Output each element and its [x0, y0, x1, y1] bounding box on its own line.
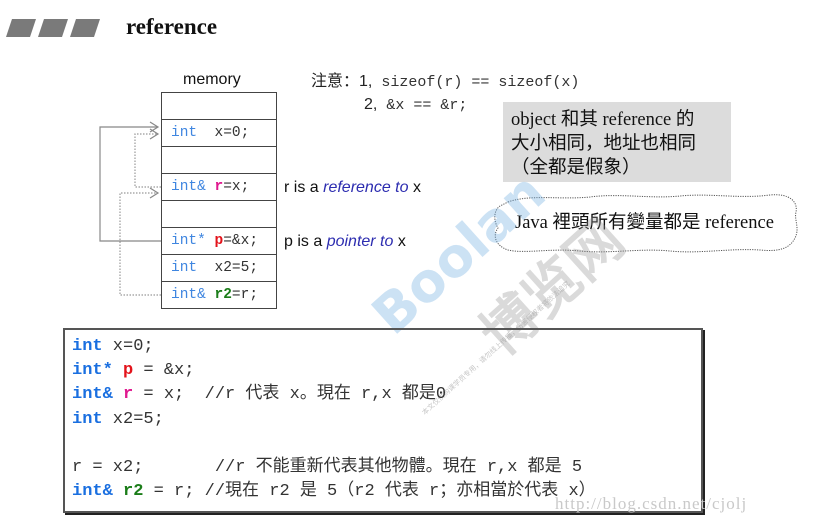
code-keyword: int: [72, 337, 103, 356]
reference2-arrow-line: [119, 192, 161, 296]
attention-item-2-number: 2,: [364, 96, 378, 113]
callout-line-2: 大小相同，地址也相同: [511, 134, 697, 154]
pointer-note-suffix: x: [393, 233, 406, 250]
code-text: = &x;: [133, 361, 195, 381]
callout-line-1: object 和其 reference 的: [511, 110, 695, 130]
code-line: int& r2 = r; //現在 r2 是 5（r2 代表 r；亦相當於代表 …: [72, 480, 596, 504]
memory-cell: int x2=5;: [162, 255, 276, 282]
pointer-arrowhead: [149, 121, 160, 133]
java-reference-note: Java 裡頭所有變量都是 reference: [515, 213, 774, 233]
memory-cell-variable: r2: [214, 287, 232, 303]
section-title: reference: [126, 14, 218, 39]
memory-cell-value: =r;: [231, 287, 259, 303]
memory-cell-type: int: [171, 260, 215, 276]
code-keyword: int&: [72, 385, 113, 405]
memory-cell: int& r=x;: [162, 174, 276, 201]
reference-note-italic: reference to: [323, 179, 409, 196]
memory-label: memory: [183, 71, 241, 88]
memory-cell-type: int&: [171, 179, 215, 195]
callout-line-3: （全都是假象）: [511, 158, 641, 178]
memory-cell-variable: p: [214, 233, 224, 249]
memory-cell-value: x2=5;: [214, 260, 259, 276]
attention-label: 注意：: [311, 73, 360, 90]
memory-cell-type: int&: [171, 287, 215, 303]
memory-cell: int* p=&x;: [162, 228, 276, 255]
code-line: int x=0;: [72, 335, 596, 359]
code-variable: r2: [112, 482, 144, 502]
code-text: = x; //r 代表 x。現在 r,x 都是0: [133, 385, 447, 405]
pointer-arrow-line: [99, 126, 161, 242]
memory-cell: int& r2=r;: [162, 282, 276, 309]
memory-cell-value: =x;: [223, 179, 250, 195]
attention-item-1-code: sizeof(r) == sizeof(x): [372, 74, 580, 91]
code-variable: r: [112, 385, 134, 405]
code-listing: int x=0; int* p = &x; int& r = x; //r 代表 x…: [72, 335, 596, 504]
memory-diagram: int x=0; int& r=x; int* p=&x; int x2=5; int&…: [161, 92, 277, 309]
memory-cell-value: =&x;: [223, 233, 259, 249]
code-line: int x2=5;: [72, 408, 596, 432]
reference-arrow-line: [134, 133, 161, 188]
blog-url-watermark: http://blog.csdn.net/cjolj: [555, 494, 748, 513]
code-text: x2=5;: [102, 409, 164, 429]
code-keyword: int*: [72, 361, 113, 381]
code-line: int& r = x; //r 代表 x。現在 r,x 都是0: [72, 383, 596, 407]
parallelogram-bars-icon: [6, 19, 100, 37]
reference-note-prefix: r is a: [284, 179, 324, 196]
reference-note-suffix: x: [408, 179, 421, 196]
code-line: r = x2; //r 不能重新代表其他物體。現在 r,x 都是 5: [72, 456, 596, 480]
code-text: x=0;: [102, 337, 154, 356]
code-keyword: int: [72, 409, 103, 429]
pointer-note-prefix: p is a: [284, 233, 327, 250]
pointer-note: p is a pointer to x: [284, 233, 406, 251]
code-text: = r; //現在 r2 是 5（r2 代表 r；亦相當於代表 x）: [143, 482, 596, 502]
memory-cell: [162, 147, 276, 174]
attention-item-1-number: 1,: [359, 73, 373, 90]
code-variable: p: [112, 361, 134, 381]
code-line: int* p = &x;: [72, 359, 596, 383]
attention-item-2-code: &x == &r;: [377, 97, 468, 114]
memory-cell: int x=0;: [162, 120, 276, 147]
code-keyword: int&: [72, 482, 113, 502]
memory-cell-value: x=0;: [214, 125, 250, 141]
pointer-note-italic: pointer to: [326, 233, 394, 250]
reference2-arrowhead: [149, 187, 160, 199]
memory-cell: [162, 93, 276, 120]
memory-cell-variable: r: [214, 179, 224, 195]
memory-cell-type: int: [171, 125, 215, 141]
reference-arrowhead: [149, 128, 160, 140]
size-address-callout: object 和其 reference 的 大小相同，地址也相同 （全都是假象）: [503, 102, 731, 182]
code-text: r = x2; //r 不能重新代表其他物體。現在 r,x 都是 5: [72, 457, 583, 477]
attention-line-1: 注意：1, sizeof(r) == sizeof(x): [311, 71, 579, 94]
memory-cell: [162, 201, 276, 228]
memory-cell-type: int*: [171, 233, 215, 249]
reference-note: r is a reference to x: [284, 179, 421, 197]
